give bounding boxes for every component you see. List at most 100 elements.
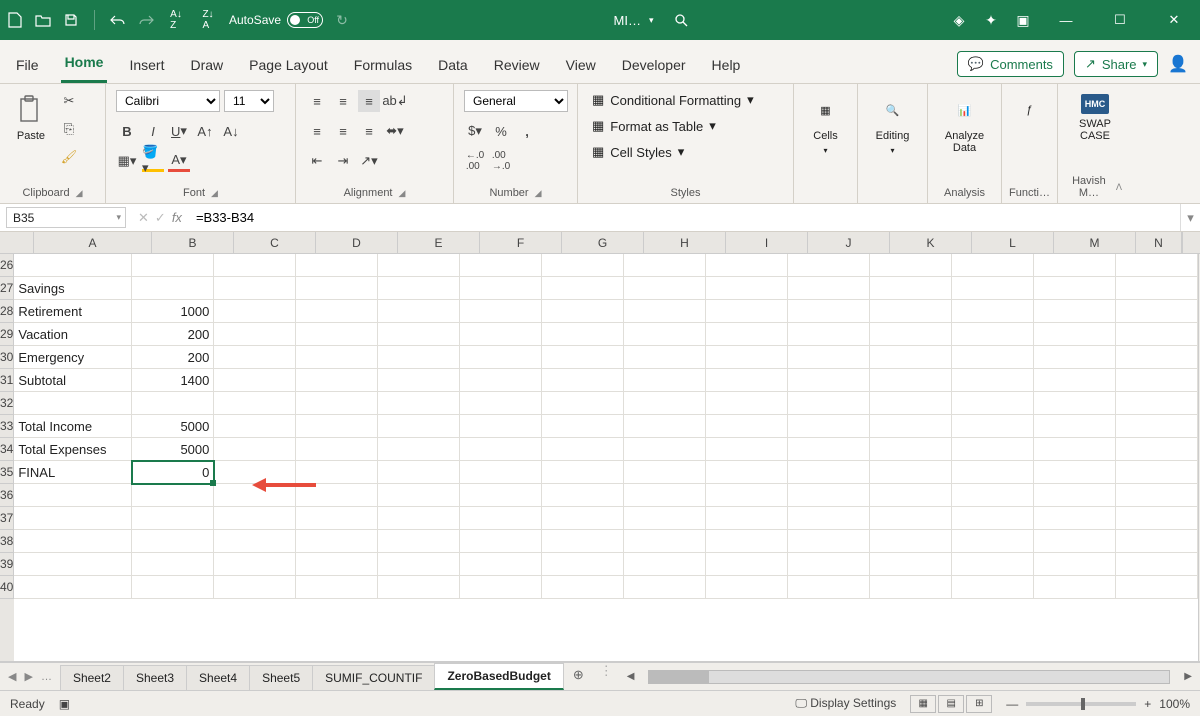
view-page-break-icon[interactable]: ⊞: [966, 695, 992, 713]
maximize-button[interactable]: ☐: [1100, 5, 1140, 35]
cell[interactable]: [460, 392, 542, 415]
cell[interactable]: [788, 323, 870, 346]
number-dialog-icon[interactable]: ◢: [535, 188, 542, 199]
cell[interactable]: [952, 415, 1034, 438]
cell[interactable]: [460, 346, 542, 369]
cell[interactable]: [542, 530, 624, 553]
cell[interactable]: [952, 369, 1034, 392]
ribbon-mode-icon[interactable]: ▣: [1014, 11, 1032, 29]
cell[interactable]: [1034, 553, 1116, 576]
new-file-icon[interactable]: [6, 11, 24, 29]
decrease-decimal-icon[interactable]: .00→.0: [490, 150, 512, 172]
col-header[interactable]: K: [890, 232, 972, 253]
analyze-data-button[interactable]: 📊Analyze Data: [938, 90, 991, 158]
number-format-combo[interactable]: General: [464, 90, 568, 112]
col-header[interactable]: H: [644, 232, 726, 253]
cell[interactable]: [296, 530, 378, 553]
shrink-font-icon[interactable]: A↓: [220, 120, 242, 142]
align-bottom-icon[interactable]: ≡: [358, 90, 380, 112]
row-header[interactable]: 32: [0, 392, 14, 415]
diamond-icon[interactable]: ◈: [950, 11, 968, 29]
cell[interactable]: [1116, 323, 1198, 346]
sheet-nav-prev-icon[interactable]: ◀: [8, 670, 16, 683]
cell[interactable]: [788, 484, 870, 507]
align-dialog-icon[interactable]: ◢: [399, 188, 406, 199]
cell[interactable]: [542, 369, 624, 392]
cell[interactable]: [1116, 415, 1198, 438]
cell[interactable]: [296, 576, 378, 599]
sheet-tab[interactable]: Sheet2: [60, 665, 124, 690]
cell[interactable]: [378, 369, 460, 392]
tab-view[interactable]: View: [562, 49, 600, 83]
cell[interactable]: [1116, 530, 1198, 553]
cell[interactable]: [706, 392, 788, 415]
cell[interactable]: [706, 553, 788, 576]
cell[interactable]: [542, 461, 624, 484]
align-center-icon[interactable]: ≡: [332, 120, 354, 142]
cell[interactable]: [378, 346, 460, 369]
sheet-nav-next-icon[interactable]: ▶: [24, 670, 32, 683]
cell[interactable]: 5000: [132, 438, 214, 461]
tab-file[interactable]: File: [12, 49, 43, 83]
cell[interactable]: [542, 576, 624, 599]
format-painter-icon[interactable]: 🖌: [58, 146, 80, 168]
cell[interactable]: [132, 530, 214, 553]
formula-input[interactable]: [188, 204, 1180, 231]
view-normal-icon[interactable]: ▦: [910, 695, 936, 713]
borders-button[interactable]: ▦▾: [116, 150, 138, 172]
cell[interactable]: [952, 300, 1034, 323]
cell[interactable]: [952, 277, 1034, 300]
cell[interactable]: [870, 530, 952, 553]
cell[interactable]: [952, 461, 1034, 484]
cell[interactable]: [378, 576, 460, 599]
sort-desc-icon[interactable]: Z↓A: [197, 11, 219, 29]
wand-icon[interactable]: ✦: [982, 11, 1000, 29]
cell[interactable]: [460, 461, 542, 484]
col-header[interactable]: E: [398, 232, 480, 253]
cell[interactable]: [624, 507, 706, 530]
conditional-formatting-button[interactable]: ▦ Conditional Formatting ▾: [588, 90, 758, 110]
zoom-out-button[interactable]: —: [1006, 697, 1018, 711]
cell[interactable]: [952, 553, 1034, 576]
cell[interactable]: [378, 530, 460, 553]
cell[interactable]: [624, 323, 706, 346]
col-header[interactable]: F: [480, 232, 562, 253]
cell[interactable]: [14, 484, 132, 507]
cell[interactable]: [706, 461, 788, 484]
doc-title[interactable]: MI… ▾: [614, 13, 654, 28]
cell[interactable]: [132, 484, 214, 507]
cell[interactable]: [624, 392, 706, 415]
cell[interactable]: [788, 553, 870, 576]
cell[interactable]: [1034, 461, 1116, 484]
cell[interactable]: [460, 254, 542, 277]
undo-icon[interactable]: [109, 11, 127, 29]
cell[interactable]: [1116, 277, 1198, 300]
cell[interactable]: [952, 392, 1034, 415]
currency-icon[interactable]: $▾: [464, 120, 486, 142]
cell[interactable]: [870, 300, 952, 323]
cell[interactable]: [214, 438, 296, 461]
decrease-indent-icon[interactable]: ⇤: [306, 150, 328, 172]
cell[interactable]: [1034, 346, 1116, 369]
row-header[interactable]: 40: [0, 576, 14, 599]
cell[interactable]: [870, 392, 952, 415]
account-icon[interactable]: 👤: [1168, 54, 1188, 74]
cell[interactable]: [788, 277, 870, 300]
row-header[interactable]: 28: [0, 300, 14, 323]
cell[interactable]: [296, 277, 378, 300]
col-header[interactable]: L: [972, 232, 1054, 253]
cell[interactable]: [214, 530, 296, 553]
cell[interactable]: [542, 300, 624, 323]
cell[interactable]: Subtotal: [14, 369, 132, 392]
row-header[interactable]: 39: [0, 553, 14, 576]
cell[interactable]: [1034, 507, 1116, 530]
col-header[interactable]: G: [562, 232, 644, 253]
sheet-tab[interactable]: SUMIF_COUNTIF: [312, 665, 435, 690]
bold-button[interactable]: B: [116, 120, 138, 142]
cell[interactable]: [706, 346, 788, 369]
cut-icon[interactable]: ✂: [58, 90, 80, 112]
cell[interactable]: [624, 277, 706, 300]
paste-button[interactable]: Paste: [10, 90, 52, 146]
row-header[interactable]: 27: [0, 277, 14, 300]
cell[interactable]: [378, 415, 460, 438]
